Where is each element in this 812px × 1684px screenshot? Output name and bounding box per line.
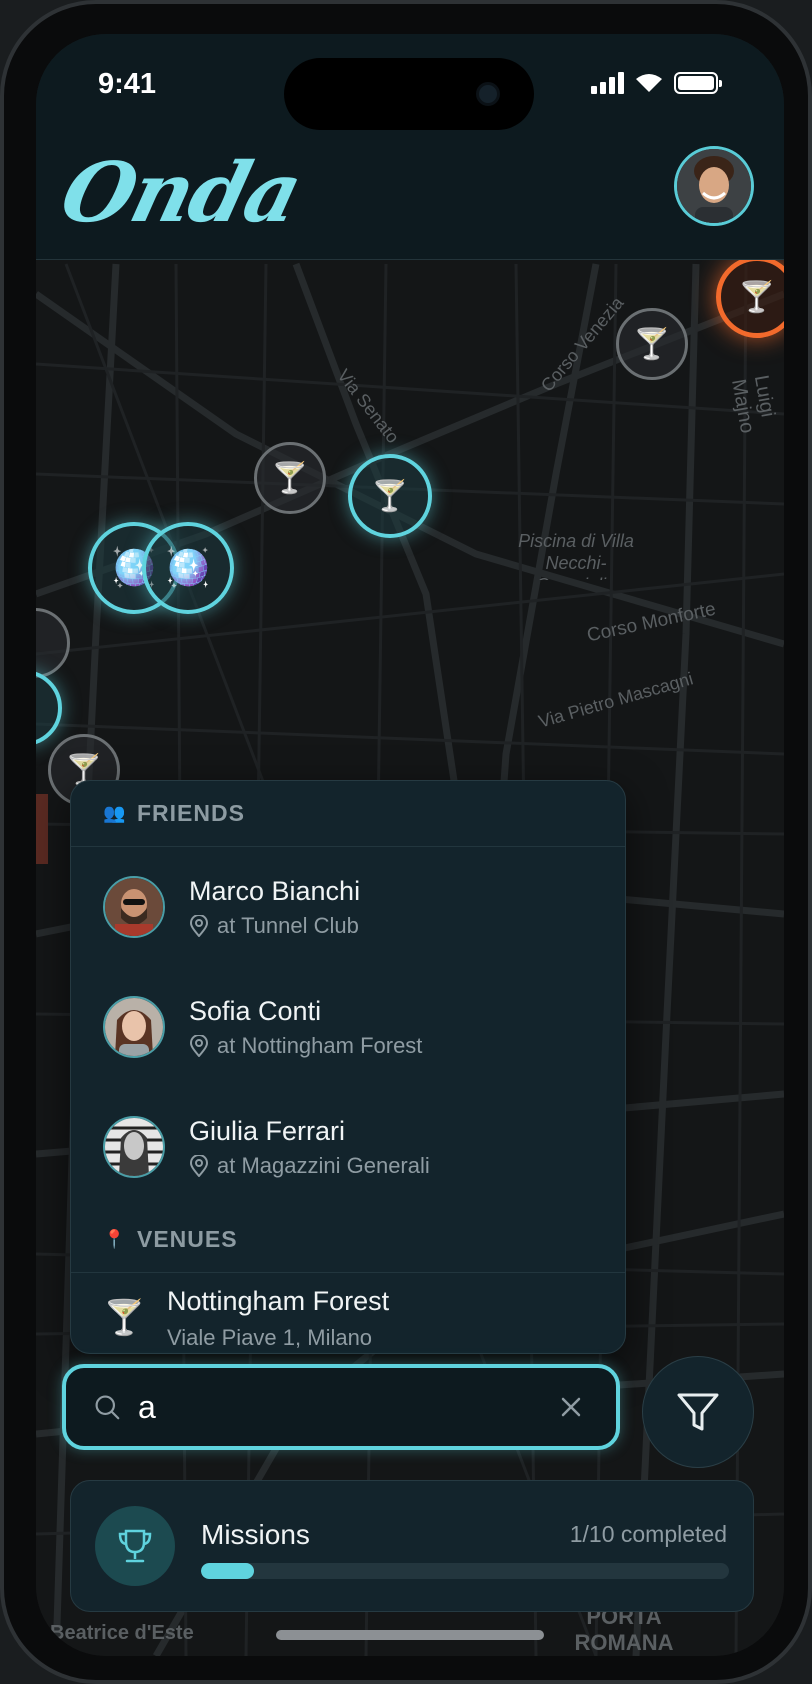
profile-avatar[interactable] — [674, 146, 754, 226]
search-input[interactable] — [138, 1388, 558, 1426]
club-marker[interactable]: 🪩 — [142, 522, 234, 614]
app-logo: Onda — [52, 145, 310, 241]
friend-name: Marco Bianchi — [189, 875, 361, 906]
missions-progress-bar — [201, 1563, 729, 1579]
friend-result[interactable]: Marco Bianchi at Tunnel Club — [71, 847, 625, 967]
friend-location: at Nottingham Forest — [189, 1033, 422, 1059]
cocktail-icon: 🍸 — [738, 280, 776, 314]
venue-marker[interactable]: 🍸 — [254, 442, 326, 514]
friend-location: at Magazzini Generali — [189, 1153, 430, 1179]
avatar — [103, 1116, 165, 1178]
missions-status: 1/10 completed — [569, 1521, 727, 1547]
location-pin-icon — [189, 1154, 209, 1177]
friend-result[interactable]: Sofia Conti at Nottingham Forest — [71, 967, 625, 1087]
friends-section-header: 👥 FRIENDS — [71, 781, 625, 847]
trophy-badge — [95, 1506, 175, 1586]
friend-location-text: at Nottingham Forest — [217, 1032, 423, 1058]
missions-progress-fill — [201, 1563, 254, 1579]
pin-icon: 📍 — [103, 1229, 126, 1249]
filter-button[interactable] — [642, 1356, 754, 1468]
cocktail-icon: 🍸 — [371, 479, 409, 513]
missions-card[interactable]: Missions 1/10 completed — [70, 1480, 754, 1612]
friend-result[interactable]: Giulia Ferrari at Magazzini Generali — [71, 1087, 625, 1207]
friend-location: at Tunnel Club — [189, 913, 360, 939]
venue-result[interactable]: 🍸 Nottingham Forest Viale Piave 1, Milan… — [71, 1273, 625, 1353]
search-icon — [95, 1395, 120, 1420]
friend-location-text: at Magazzini Generali — [217, 1152, 430, 1178]
clear-search-button[interactable] — [558, 1392, 584, 1422]
close-icon — [561, 1397, 581, 1417]
search-results-dropdown: 👥 FRIENDS Marco Bianchi at Tunnel Club S… — [70, 780, 626, 1354]
signal-icon — [591, 72, 624, 94]
app-screen: Via Senato Corso Venezia Luigi Majno Cor… — [36, 34, 784, 1656]
filter-icon — [677, 1393, 719, 1431]
battery-icon — [674, 72, 722, 94]
trophy-icon — [118, 1529, 152, 1563]
venue-marker[interactable]: 🍸 — [616, 308, 688, 380]
section-title: FRIENDS — [137, 800, 245, 826]
venue-address: Viale Piave 1, Milano — [167, 1324, 373, 1350]
wifi-icon — [636, 74, 662, 92]
place-label: Piscina di Villa Necchi-Campiglio — [518, 531, 634, 580]
avatar — [103, 996, 165, 1058]
friend-name: Giulia Ferrari — [189, 1115, 346, 1146]
friend-name: Sofia Conti — [189, 995, 322, 1026]
camera-icon — [476, 82, 500, 106]
search-bar — [62, 1364, 620, 1450]
phone-frame: Via Senato Corso Venezia Luigi Majno Cor… — [0, 0, 812, 1684]
venue-name: Nottingham Forest — [167, 1285, 390, 1316]
people-icon: 👥 — [103, 803, 126, 823]
venue-marker[interactable]: 🍸 — [348, 454, 432, 538]
cocktail-icon: 🍸 — [271, 461, 309, 495]
avatar — [103, 876, 165, 938]
disco-ball-icon: 🪩 — [164, 547, 212, 589]
location-pin-icon — [189, 914, 209, 937]
status-icons — [591, 72, 722, 94]
location-pin-icon — [189, 1034, 209, 1057]
home-indicator[interactable] — [276, 1630, 544, 1640]
dynamic-island — [284, 58, 534, 130]
status-time: 9:41 — [98, 68, 157, 100]
cocktail-icon: 🍸 — [103, 1299, 146, 1337]
missions-title: Missions — [201, 1519, 310, 1550]
section-title: VENUES — [137, 1226, 238, 1252]
friend-location-text: at Tunnel Club — [217, 912, 359, 938]
cocktail-icon: 🍸 — [633, 327, 671, 361]
venues-section-header: 📍 VENUES — [71, 1207, 625, 1273]
street-label: Beatrice d'Este — [50, 1622, 194, 1644]
app-header: 9:41 Onda — [36, 34, 784, 260]
user-avatar-icon — [677, 149, 751, 223]
